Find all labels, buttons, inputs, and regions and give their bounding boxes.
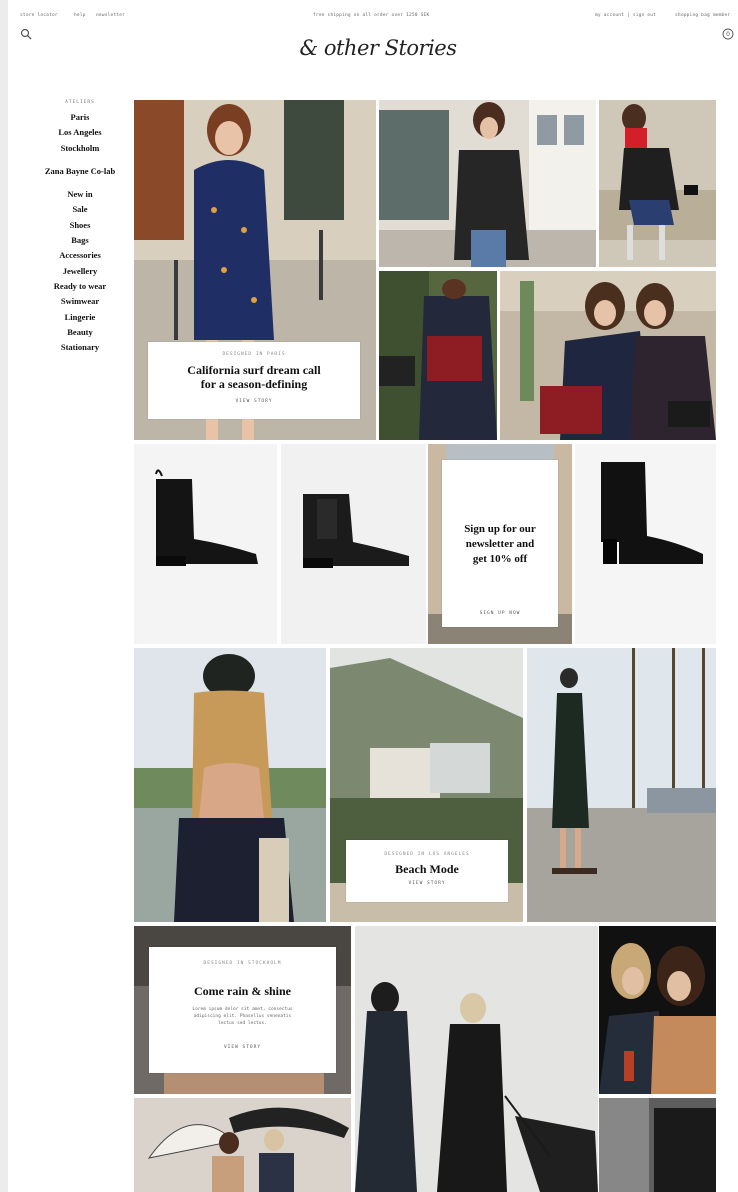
page: store locator help newsletter free shipp… (8, 0, 738, 1192)
rain-detail-image[interactable] (599, 1098, 716, 1192)
red-book-image[interactable] (599, 100, 716, 267)
store-locator-link[interactable]: store locator (20, 13, 58, 18)
sidebar-item-shoes[interactable]: Shoes (26, 218, 134, 233)
sidebar-nav: ATELIERS Paris Los Angeles Stockholm Zan… (26, 100, 134, 355)
umbrella-coats-image[interactable] (355, 926, 598, 1192)
sidebar-item-lingerie[interactable]: Lingerie (26, 310, 134, 325)
newsletter-card[interactable]: Sign up for our newsletter and get 10% o… (442, 460, 558, 627)
sidebar-item-stationary[interactable]: Stationary (26, 340, 134, 355)
umbrellas-street-image[interactable] (134, 1098, 351, 1192)
stockholm-body-line3: lectus sed lectus. (218, 1021, 267, 1026)
newsletter-link[interactable]: newsletter (96, 13, 125, 18)
la-title: Beach Mode (395, 862, 459, 876)
heeled-boot-image[interactable] (575, 444, 716, 644)
la-story-card[interactable]: DESIGNED IN LOS ANGELES Beach Mode VIEW … (346, 840, 508, 902)
chelsea-boot-image[interactable] (134, 444, 277, 644)
sidebar-item-los-angeles[interactable]: Los Angeles (26, 125, 134, 140)
newsletter-line3: get 10% off (472, 553, 528, 565)
two-women-coats-image[interactable] (599, 926, 716, 1094)
shopping-bag-link[interactable]: shopping bag member (675, 13, 730, 18)
sidebar-item-swimwear[interactable]: Swimwear (26, 294, 134, 309)
two-women-bags-image[interactable] (500, 271, 716, 440)
stockholm-title: Come rain & shine (194, 984, 291, 998)
stockholm-story-card[interactable]: DESIGNED IN STOCKHOLM Come rain & shine … (149, 947, 336, 1073)
stockholm-kicker: DESIGNED IN STOCKHOLM (203, 961, 282, 966)
sidebar-item-new-in[interactable]: New in (26, 187, 134, 202)
sidebar-item-paris[interactable]: Paris (26, 110, 134, 125)
shipping-notice: free shipping on all order over 1250 SEK (313, 13, 430, 18)
open-back-dress-image[interactable] (134, 648, 326, 922)
shopping-bag-icon[interactable]: 0 (722, 28, 734, 40)
stockholm-body-line1: Lorem ipsum dolor sit amet, consectus (192, 1007, 293, 1012)
sidebar-item-ready-to-wear[interactable]: Ready to wear (26, 279, 134, 294)
sidebar-item-colab[interactable]: Zana Bayne Co-lab (26, 164, 134, 179)
sidebar-item-jewellery[interactable]: Jewellery (26, 264, 134, 279)
red-bag-detail-image[interactable] (379, 271, 497, 440)
skateboard-palms-image[interactable] (527, 648, 716, 922)
stockholm-view-story-link[interactable]: VIEW STORY (149, 1045, 336, 1050)
help-link[interactable]: help (74, 13, 86, 18)
stockholm-body-line2: adipiscing elit. Phasellus venenatis (193, 1014, 292, 1019)
svg-text:0: 0 (726, 31, 730, 38)
la-view-story-link[interactable]: VIEW STORY (346, 881, 508, 886)
top-utility-bar: store locator help newsletter free shipp… (8, 13, 738, 23)
newsletter-line1: Sign up for our (464, 523, 536, 535)
black-blouse-image[interactable] (379, 100, 596, 267)
sidebar-item-beauty[interactable]: Beauty (26, 325, 134, 340)
la-kicker: DESIGNED IN LOS ANGELES (384, 852, 470, 857)
newsletter-signup-link[interactable]: SIGN UP NOW (442, 611, 558, 616)
account-link[interactable]: my account | sign out (595, 13, 656, 18)
suede-boot-image[interactable] (281, 444, 426, 644)
paris-kicker: DESIGNED IN PARIS (222, 352, 286, 357)
paris-title-line2: for a season-defining (200, 377, 308, 391)
ateliers-heading: ATELIERS (65, 100, 95, 105)
newsletter-line2: newsletter and (465, 538, 535, 550)
sidebar-item-sale[interactable]: Sale (26, 202, 134, 217)
paris-title-line1: California surf dream call (187, 363, 321, 377)
brand-logo[interactable]: & other Stories (298, 36, 458, 60)
search-icon[interactable] (20, 28, 32, 40)
sidebar-item-bags[interactable]: Bags (26, 233, 134, 248)
sidebar-item-stockholm[interactable]: Stockholm (26, 141, 134, 156)
sidebar-item-accessories[interactable]: Accessories (26, 248, 134, 263)
paris-story-card[interactable]: DESIGNED IN PARIS California surf dream … (148, 342, 360, 419)
paris-view-story-link[interactable]: VIEW STORY (148, 399, 360, 404)
